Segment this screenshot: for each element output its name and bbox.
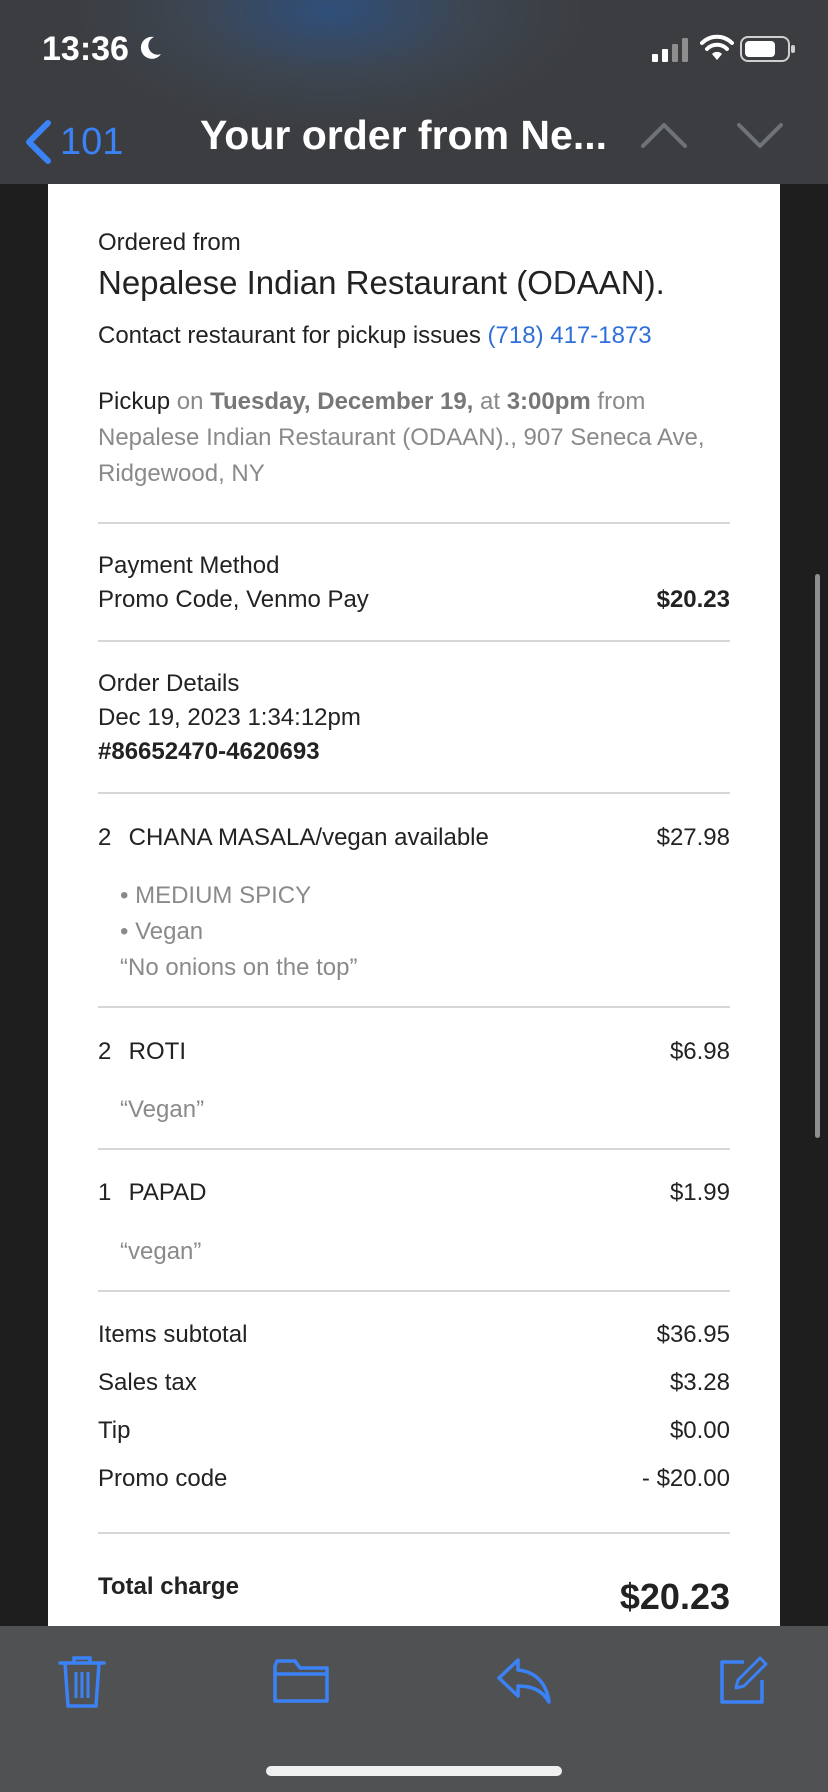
back-button[interactable]: 101 (24, 116, 123, 168)
pickup-from: from (597, 388, 646, 415)
item-price: $6.98 (669, 1038, 730, 1065)
item-special-instructions: “No onions on the top” (120, 954, 358, 981)
home-indicator[interactable] (266, 1766, 562, 1776)
total-value: $36.95 (656, 1321, 730, 1348)
total-label: Tip (98, 1417, 131, 1444)
item-name: PAPAD (128, 1179, 207, 1206)
total-charge-value: $20.23 (619, 1576, 730, 1617)
folder-icon[interactable] (272, 1656, 330, 1706)
page-title: Your order from Ne... (200, 112, 608, 158)
total-value: - $20.00 (641, 1465, 730, 1492)
item-special-instructions: “Vegan” (120, 1096, 205, 1123)
top-bar: 13:36 101 Your order from Ne... (0, 0, 828, 184)
restaurant-name: Nepalese Indian Restaurant (ODAAN). (98, 264, 665, 301)
total-label: Sales tax (98, 1369, 197, 1396)
payment-amount: $20.23 (656, 586, 730, 613)
totals-row: Sales tax $3.28 (98, 1369, 730, 1397)
pickup-time: 3:00pm (506, 388, 591, 415)
pickup-info: Pickup on Tuesday, December 19, at 3:00p… (98, 384, 730, 492)
pickup-date: Tuesday, December 19, (210, 388, 474, 415)
order-item: 1 PAPAD $1.99 (98, 1179, 730, 1207)
wifi-icon (700, 34, 734, 60)
payment-label: Payment Method (98, 552, 280, 579)
total-value: $0.00 (669, 1417, 730, 1444)
order-item: 2 ROTI $6.98 (98, 1038, 730, 1066)
divider (98, 522, 730, 524)
divider (98, 1006, 730, 1008)
total-label: Items subtotal (98, 1321, 248, 1348)
phone-link[interactable]: (718) 417-1873 (488, 322, 652, 349)
total-value: $3.28 (669, 1369, 730, 1396)
order-datetime: Dec 19, 2023 1:34:12pm (98, 704, 361, 731)
trash-icon[interactable] (58, 1654, 106, 1710)
next-message-button[interactable] (736, 120, 784, 150)
total-label: Promo code (98, 1465, 228, 1492)
battery-icon (740, 36, 795, 62)
payment-row: Promo Code, Venmo Pay $20.23 (98, 586, 730, 614)
contact-line: Contact restaurant for pickup issues (71… (98, 322, 730, 350)
order-details-label: Order Details (98, 670, 240, 697)
divider (98, 1532, 730, 1534)
moon-icon (140, 36, 161, 59)
payment-method: Promo Code, Venmo Pay (98, 586, 369, 613)
back-count: 101 (60, 120, 124, 163)
item-name: ROTI (128, 1038, 186, 1065)
item-qty: 2 (98, 824, 112, 851)
status-time: 13:36 (42, 30, 129, 68)
pickup-on: on (176, 388, 204, 415)
cellular-signal-icon (652, 38, 688, 62)
pickup-address[interactable]: Nepalese Indian Restaurant (ODAAN)., 907… (98, 424, 705, 487)
compose-icon[interactable] (718, 1654, 770, 1706)
divider (98, 1148, 730, 1150)
totals-row: Items subtotal $36.95 (98, 1321, 730, 1349)
totals-row: Tip $0.00 (98, 1417, 730, 1445)
item-option: • Vegan (120, 918, 204, 945)
item-name: CHANA MASALA/vegan available (128, 824, 489, 851)
pickup-at: at (480, 388, 501, 415)
item-price: $1.99 (669, 1179, 730, 1206)
reply-icon[interactable] (496, 1656, 552, 1706)
pickup-label: Pickup (98, 388, 171, 415)
item-option: • MEDIUM SPICY (120, 882, 312, 909)
totals-row: Promo code - $20.00 (98, 1465, 730, 1493)
item-special-instructions: “vegan” (120, 1238, 202, 1265)
email-body: Ordered from Nepalese Indian Restaurant … (48, 184, 780, 1626)
divider (98, 792, 730, 794)
item-price: $27.98 (656, 824, 730, 851)
scrollbar[interactable] (815, 574, 820, 1138)
order-number: #86652470-4620693 (98, 738, 320, 765)
ordered-from-label: Ordered from (98, 229, 241, 256)
item-qty: 2 (98, 1038, 112, 1065)
divider (98, 1290, 730, 1292)
contact-text: Contact restaurant for pickup issues (98, 322, 481, 349)
item-qty: 1 (98, 1179, 112, 1206)
order-item: 2 CHANA MASALA/vegan available $27.98 (98, 824, 730, 852)
chevron-left-icon (26, 120, 51, 164)
previous-message-button[interactable] (640, 120, 688, 150)
divider (98, 640, 730, 642)
